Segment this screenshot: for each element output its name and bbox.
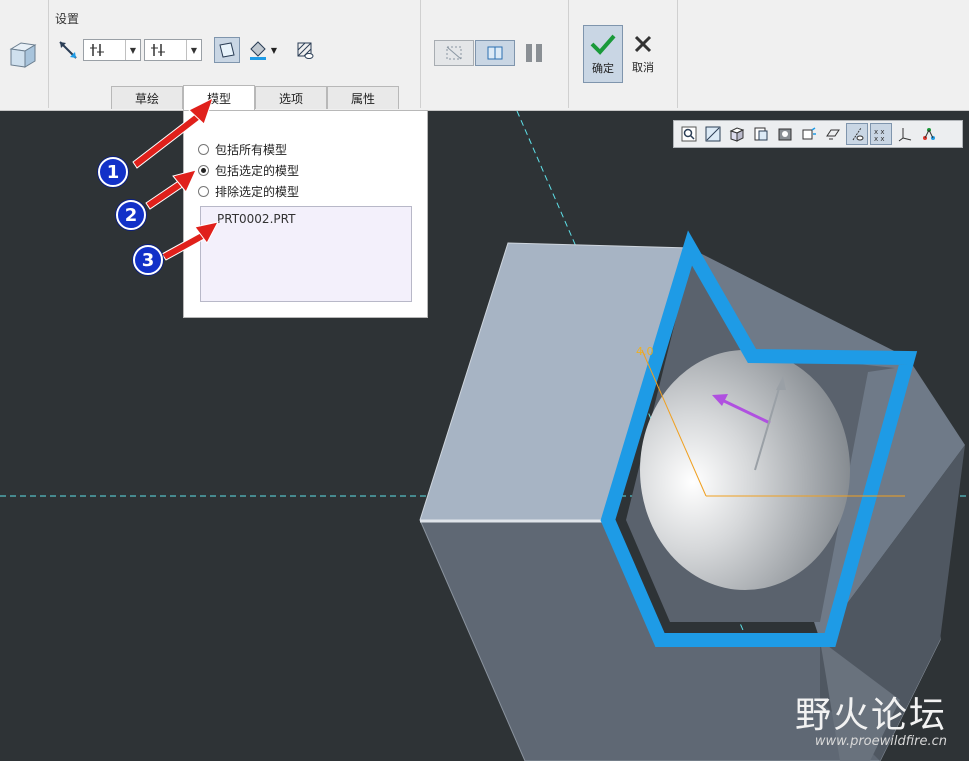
option-include-selected-models[interactable]: 包括选定的模型: [198, 162, 299, 179]
checkmark-icon: [590, 34, 616, 55]
datum-plane-display-icon[interactable]: [822, 123, 844, 145]
plane-icon: [219, 42, 235, 58]
depth-option-dropdown-1[interactable]: ▼: [83, 39, 141, 61]
settings-group-label: 设置: [55, 12, 80, 26]
cancel-button[interactable]: 取消: [626, 25, 660, 83]
annotation-badge-2: 2: [116, 200, 146, 230]
display-style-icon[interactable]: [774, 123, 796, 145]
saved-views-icon[interactable]: [750, 123, 772, 145]
ribbon-toolbar: 设置 ▼ ▼ ▼ 确定 取消 草绘 模型 选项 属性: [0, 0, 969, 111]
view-toolbar: x xx x: [673, 120, 963, 148]
option-include-all-models[interactable]: 包括所有模型: [198, 141, 287, 158]
geometry-preview-on-icon: [487, 46, 503, 60]
chevron-down-icon: ▼: [125, 40, 140, 60]
option-label: 包括选定的模型: [215, 164, 300, 178]
option-label: 排除选定的模型: [215, 185, 300, 199]
confirm-button[interactable]: 确定: [583, 25, 623, 83]
diagonal-arrow-icon: [59, 41, 77, 59]
pause-button[interactable]: [520, 40, 548, 66]
spin-center-icon[interactable]: [798, 123, 820, 145]
datum-point-display-icon[interactable]: x xx x: [870, 123, 892, 145]
coordinate-system-display-icon[interactable]: [894, 123, 916, 145]
ribbon-separator: [568, 0, 569, 108]
selected-models-list[interactable]: PRT0002.PRT: [200, 206, 412, 302]
feature-type-button[interactable]: [6, 36, 40, 70]
cube-icon: [9, 42, 37, 68]
tab-sketch[interactable]: 草绘: [111, 86, 183, 109]
pause-icon: [526, 44, 542, 62]
chevron-down-icon: ▼: [270, 45, 278, 55]
cancel-label: 取消: [632, 61, 654, 74]
option-exclude-selected-models[interactable]: 排除选定的模型: [198, 183, 299, 200]
tab-model[interactable]: 模型: [183, 85, 255, 110]
ribbon-separator: [48, 0, 49, 108]
svg-text:x x: x x: [874, 135, 885, 142]
list-item[interactable]: PRT0002.PRT: [201, 207, 411, 226]
fill-color-button[interactable]: ▼: [244, 37, 280, 63]
svg-text:4.0: 4.0: [636, 345, 654, 358]
sketch-plane-button[interactable]: [214, 37, 240, 63]
datum-axis-display-icon[interactable]: [846, 123, 868, 145]
tab-properties[interactable]: 属性: [327, 86, 399, 109]
preview-button[interactable]: [292, 37, 318, 63]
radio-button[interactable]: [198, 144, 209, 155]
hatch-eye-icon: [297, 42, 314, 59]
depth-side-icon: [151, 44, 165, 56]
option-label: 包括所有模型: [215, 143, 288, 157]
radio-button[interactable]: [198, 186, 209, 197]
zoom-icon[interactable]: [678, 123, 700, 145]
chevron-down-icon: ▼: [186, 40, 201, 60]
depth-side-icon: [90, 44, 104, 56]
confirm-label: 确定: [592, 62, 614, 75]
annotation-badge-1: 1: [98, 157, 128, 187]
tab-options[interactable]: 选项: [255, 86, 327, 109]
scale-arrow-button[interactable]: [56, 38, 80, 62]
ribbon-separator: [420, 0, 421, 108]
close-icon: [634, 35, 652, 53]
no-preview-button[interactable]: [434, 40, 474, 66]
radio-button-selected[interactable]: [198, 165, 209, 176]
verify-preview-button[interactable]: [475, 40, 515, 66]
view-cube-icon[interactable]: [726, 123, 748, 145]
depth-option-dropdown-2[interactable]: ▼: [144, 39, 202, 61]
forum-watermark: 野火论坛 www.proewildfire.cn: [795, 686, 947, 749]
annotation-badge-3: 3: [133, 245, 163, 275]
watermark-title: 野火论坛: [794, 695, 947, 736]
paint-bucket-icon: [249, 41, 266, 60]
watermark-url: www.proewildfire.cn: [814, 734, 947, 749]
model-options-panel: 包括所有模型 包括选定的模型 排除选定的模型 PRT0002.PRT: [183, 110, 428, 318]
graphics-viewport[interactable]: 4.0 x xx x: [0, 111, 969, 761]
annotation-display-icon[interactable]: [918, 123, 940, 145]
geometry-preview-off-icon: [446, 46, 462, 60]
model-geometry: 4.0: [0, 111, 969, 761]
ribbon-separator: [677, 0, 678, 108]
refit-icon[interactable]: [702, 123, 724, 145]
